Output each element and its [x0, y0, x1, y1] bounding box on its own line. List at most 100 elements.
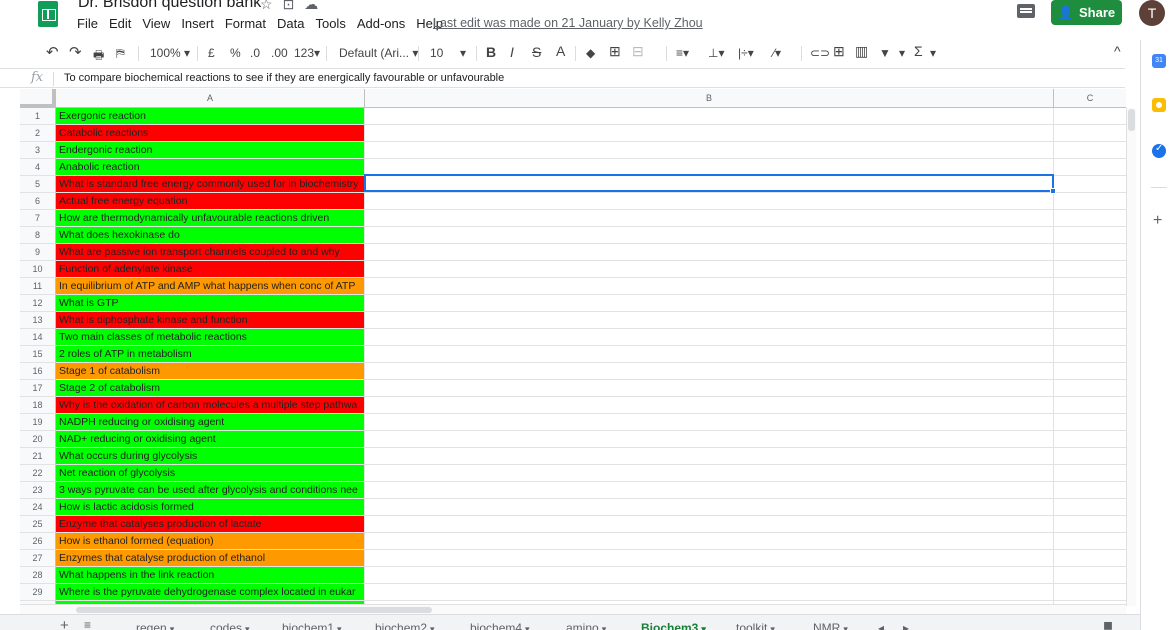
sheet-tab-codes[interactable]: codes ▾ [210, 621, 250, 630]
cell-a[interactable]: Stage 2 of catabolism [56, 380, 365, 397]
cell-a[interactable]: NADPH reducing or oxidising agent [56, 414, 365, 431]
sheet-tab-toolkit[interactable]: toolkit ▾ [736, 621, 775, 630]
document-title[interactable]: Dr. Brisdon question bank [78, 0, 261, 12]
format-percent-button[interactable]: % [230, 46, 241, 60]
vertical-align-button[interactable]: ⊥▾ [708, 46, 724, 60]
sheet-tab-nmr[interactable]: NMR ▾ [813, 621, 848, 630]
row-header[interactable]: 29 [20, 584, 56, 601]
cell-a[interactable]: Exergonic reaction [56, 108, 365, 125]
menu-data[interactable]: Data [277, 16, 304, 31]
sheet-tab-regen[interactable]: regen ▾ [136, 621, 174, 630]
cell-c[interactable] [1054, 346, 1126, 363]
cell-b[interactable] [365, 278, 1054, 295]
italic-button[interactable]: I [510, 44, 514, 60]
column-header-a[interactable]: A [56, 89, 365, 108]
cell-b[interactable] [365, 397, 1054, 414]
cell-c[interactable] [1054, 312, 1126, 329]
font-family-select[interactable]: Default (Ari... ▾ [339, 46, 418, 60]
last-edit-link[interactable]: Last edit was made on 21 January by Kell… [433, 16, 703, 30]
row-header[interactable]: 4 [20, 159, 56, 176]
cell-a[interactable]: Endergonic reaction [56, 142, 365, 159]
cell-b[interactable] [365, 465, 1054, 482]
sheet-tab-biochem1[interactable]: biochem1 ▾ [282, 621, 342, 630]
increase-decimal-button[interactable]: .00 [271, 46, 288, 60]
fill-handle[interactable] [1050, 188, 1056, 194]
cell-c[interactable] [1054, 176, 1126, 193]
borders-icon[interactable]: ⊞ [609, 43, 621, 60]
text-color-button[interactable]: A [556, 43, 565, 59]
cell-b[interactable] [365, 584, 1054, 601]
cell-b[interactable] [365, 193, 1054, 210]
row-header[interactable]: 24 [20, 499, 56, 516]
row-header[interactable]: 5 [20, 176, 56, 193]
explore-icon[interactable]: ◼ [1103, 618, 1113, 630]
vertical-scrollbar[interactable] [1126, 108, 1136, 606]
collapse-toolbar-icon[interactable]: ^ [1114, 43, 1121, 59]
sheet-tab-biochem4[interactable]: biochem4 ▾ [470, 621, 530, 630]
cell-a[interactable]: What is diphosphate kinase and function [56, 312, 365, 329]
column-header-c[interactable]: C [1054, 89, 1126, 108]
menu-format[interactable]: Format [225, 16, 266, 31]
sheet-tab-amino[interactable]: amino ▾ [566, 621, 606, 630]
cell-c[interactable] [1054, 244, 1126, 261]
keep-icon[interactable] [1152, 98, 1166, 112]
sheet-tab-biochem3[interactable]: Biochem3 ▾ [631, 615, 716, 630]
cell-b[interactable] [365, 312, 1054, 329]
cell-a[interactable]: How is ethanol formed (equation) [56, 533, 365, 550]
menu-view[interactable]: View [142, 16, 170, 31]
paint-format-icon[interactable]: ⛿ [116, 46, 125, 61]
row-header[interactable]: 19 [20, 414, 56, 431]
row-header[interactable]: 8 [20, 227, 56, 244]
zoom-select[interactable]: 100% ▾ [150, 46, 190, 60]
cell-a[interactable]: Function of adenylate kinase [56, 261, 365, 278]
cloud-status-icon[interactable]: ☁ [304, 0, 318, 13]
row-header[interactable]: 17 [20, 380, 56, 397]
account-avatar[interactable]: T [1139, 0, 1165, 26]
cell-c[interactable] [1054, 533, 1126, 550]
row-header[interactable]: 14 [20, 329, 56, 346]
row-header[interactable]: 22 [20, 465, 56, 482]
row-header[interactable]: 1 [20, 108, 56, 125]
row-header[interactable]: 16 [20, 363, 56, 380]
row-header[interactable]: 6 [20, 193, 56, 210]
add-sheet-button[interactable]: + [60, 617, 69, 630]
cell-b[interactable] [365, 295, 1054, 312]
cell-c[interactable] [1054, 261, 1126, 278]
format-currency-button[interactable]: £ [208, 46, 215, 60]
row-header[interactable]: 15 [20, 346, 56, 363]
row-header[interactable]: 25 [20, 516, 56, 533]
cell-c[interactable] [1054, 125, 1126, 142]
print-icon[interactable]: 🖶 [93, 46, 104, 67]
tasks-icon[interactable] [1152, 143, 1166, 158]
sheet-tab-biochem2[interactable]: biochem2 ▾ [375, 621, 435, 630]
row-header[interactable]: 20 [20, 431, 56, 448]
vertical-scroll-thumb[interactable] [1128, 109, 1135, 131]
cell-c[interactable] [1054, 431, 1126, 448]
cell-b[interactable] [365, 142, 1054, 159]
functions-icon[interactable]: Σ [914, 43, 923, 59]
horizontal-scroll-thumb[interactable] [76, 607, 432, 613]
cell-c[interactable] [1054, 567, 1126, 584]
cell-b[interactable] [365, 380, 1054, 397]
cell-c[interactable] [1054, 516, 1126, 533]
cell-b[interactable] [365, 567, 1054, 584]
cell-c[interactable] [1054, 329, 1126, 346]
cell-c[interactable] [1054, 278, 1126, 295]
comment-history-icon[interactable] [1017, 4, 1035, 18]
cell-c[interactable] [1054, 499, 1126, 516]
cell-a[interactable]: NAD+ reducing or oxidising agent [56, 431, 365, 448]
cell-a[interactable]: What is GTP [56, 295, 365, 312]
row-header[interactable]: 21 [20, 448, 56, 465]
cell-a[interactable]: What is standard free energy commonly us… [56, 176, 365, 193]
chevron-down-icon[interactable]: ▾ [899, 46, 905, 60]
cell-c[interactable] [1054, 584, 1126, 601]
share-button[interactable]: 👤 Share [1051, 0, 1122, 25]
chevron-down-icon[interactable]: ▾ [930, 46, 936, 60]
row-header[interactable]: 13 [20, 312, 56, 329]
sheets-logo-icon[interactable] [38, 1, 58, 27]
cell-b[interactable] [365, 431, 1054, 448]
cell-a[interactable]: Actual free energy equation [56, 193, 365, 210]
cell-a[interactable]: Stage 1 of catabolism [56, 363, 365, 380]
all-sheets-button[interactable]: ≡ [84, 618, 91, 630]
insert-comment-icon[interactable]: ⊞ [833, 43, 845, 60]
